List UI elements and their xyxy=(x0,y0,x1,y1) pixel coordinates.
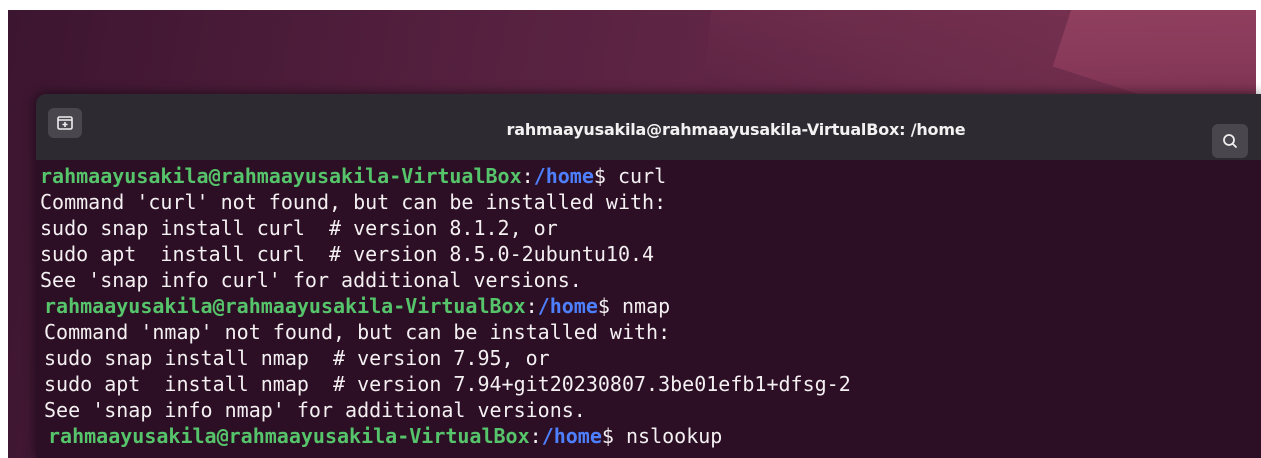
prompt-path: /home xyxy=(533,164,594,188)
output-line: sudo snap install nmap # version 7.95, o… xyxy=(44,346,550,370)
prompt-path: /home xyxy=(541,424,602,448)
output-line: sudo apt install nmap # version 7.94+git… xyxy=(44,372,851,396)
command-text: $ nmap xyxy=(597,294,671,318)
prompt-separator: : xyxy=(529,424,542,448)
output-line: Command 'curl' not found, but can be ins… xyxy=(40,190,667,214)
prompt-line: rahmaayusakila@rahmaayusakila-VirtualBox… xyxy=(44,294,670,318)
command-text: $ nslookup xyxy=(601,424,723,448)
window-title: rahmaayusakila@rahmaayusakila-VirtualBox… xyxy=(506,120,966,139)
prompt-user: rahmaayusakila@rahmaayusakila-VirtualBox xyxy=(40,164,522,188)
terminal-window[interactable]: rahmaayusakila@rahmaayusakila-VirtualBox… xyxy=(36,94,1261,458)
output-line: See 'snap info nmap' for additional vers… xyxy=(44,398,586,422)
prompt-separator: : xyxy=(525,294,538,318)
search-button[interactable] xyxy=(1212,124,1248,158)
prompt-path: /home xyxy=(537,294,598,318)
prompt-user: rahmaayusakila@rahmaayusakila-VirtualBox xyxy=(44,294,526,318)
command-text: $ curl xyxy=(593,164,667,188)
prompt-user: rahmaayusakila@rahmaayusakila-VirtualBox xyxy=(48,424,530,448)
terminal-output[interactable]: rahmaayusakila@rahmaayusakila-VirtualBox… xyxy=(36,160,1261,458)
photo-frame: rahmaayusakila@rahmaayusakila-VirtualBox… xyxy=(0,0,1261,458)
new-tab-icon xyxy=(57,116,73,130)
new-tab-button[interactable] xyxy=(48,108,82,138)
output-line: See 'snap info curl' for additional vers… xyxy=(40,268,582,292)
terminal-titlebar[interactable]: rahmaayusakila@rahmaayusakila-VirtualBox… xyxy=(36,94,1261,166)
prompt-line: rahmaayusakila@rahmaayusakila-VirtualBox… xyxy=(48,424,722,448)
output-line: sudo apt install curl # version 8.5.0-2u… xyxy=(40,242,655,266)
output-line: Command 'nmap' not found, but can be ins… xyxy=(44,320,671,344)
prompt-line: rahmaayusakila@rahmaayusakila-VirtualBox… xyxy=(40,164,666,188)
search-icon xyxy=(1223,134,1237,148)
output-line: sudo snap install curl # version 8.1.2, … xyxy=(40,216,558,240)
prompt-separator: : xyxy=(521,164,534,188)
